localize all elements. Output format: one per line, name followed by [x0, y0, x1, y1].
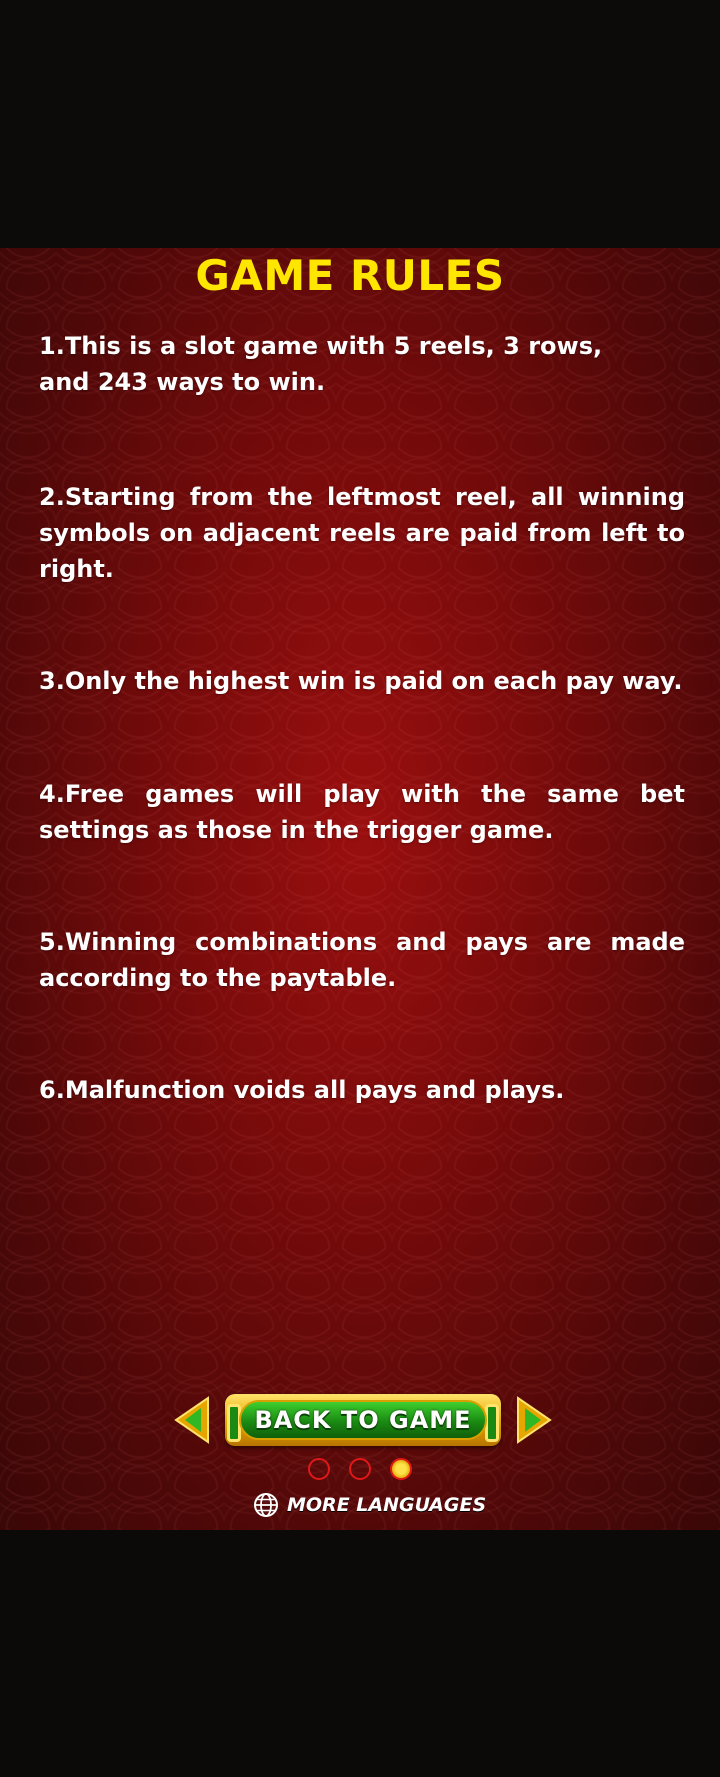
scale-pattern-background — [0, 248, 720, 1530]
rule-6: 6.Malfunction voids all pays and plays. — [39, 1076, 565, 1104]
bottom-blank-area — [0, 1530, 720, 1777]
previous-page-button[interactable] — [174, 1396, 210, 1444]
globe-icon — [254, 1493, 278, 1517]
page-title: GAME RULES — [195, 251, 505, 300]
rule-4: 4.Free games will play with the same bet… — [39, 780, 685, 844]
more-languages-button[interactable]: MORE LANGUAGES — [253, 1490, 486, 1520]
rule-1: 1.This is a slot game with 5 reels, 3 ro… — [39, 332, 603, 396]
page-indicator — [308, 1458, 412, 1484]
arrow-left-icon — [174, 1396, 209, 1444]
back-to-game-button[interactable]: BACK TO GAME — [225, 1394, 501, 1446]
next-page-button[interactable] — [516, 1396, 552, 1444]
rule-5: 5.Winning combinations and pays are made… — [39, 928, 685, 992]
top-blank-area — [0, 0, 720, 248]
arrow-right-icon — [517, 1396, 552, 1444]
page-dot-1[interactable] — [308, 1458, 330, 1480]
rule-3: 3.Only the highest win is paid on each p… — [39, 667, 683, 695]
page-dot-2[interactable] — [349, 1458, 371, 1480]
back-to-game-label: BACK TO GAME — [254, 1406, 472, 1434]
rule-2: 2.Starting from the leftmost reel, all w… — [39, 483, 685, 583]
rules-panel — [0, 248, 720, 1530]
page-dot-3-active[interactable] — [390, 1458, 412, 1480]
more-languages-label: MORE LANGUAGES — [287, 1494, 487, 1516]
